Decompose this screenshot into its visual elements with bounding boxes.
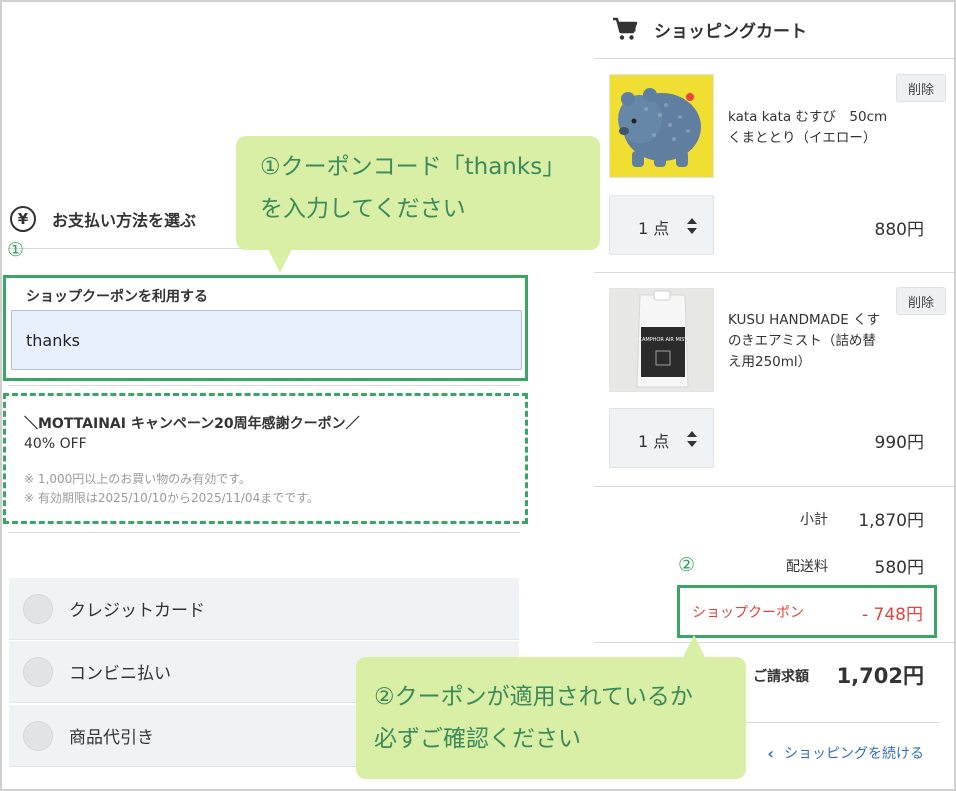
- sort-arrows-icon: [687, 431, 697, 447]
- continue-shopping-link[interactable]: ‹ ショッピングを続ける: [767, 743, 924, 763]
- radio-button[interactable]: [23, 720, 53, 751]
- payment-option-credit-card[interactable]: クレジットカード: [9, 578, 519, 640]
- shop-coupon-section: ショップクーポンを利用する: [3, 275, 528, 381]
- product-name[interactable]: kata kata むすび 50cm くまととり（イエロー）: [728, 107, 888, 149]
- radio-button[interactable]: [23, 656, 53, 687]
- payment-title: お支払い方法を選ぶ: [52, 211, 197, 230]
- campaign-note: ※ 1,000円以上のお買い物のみ有効です。: [24, 472, 252, 486]
- divider: [594, 486, 954, 487]
- divider: [594, 58, 954, 59]
- item-price: 880円: [874, 220, 924, 240]
- radio-button[interactable]: [23, 593, 53, 624]
- subtotal-label: 小計: [800, 512, 828, 528]
- product-image-bear[interactable]: [609, 74, 714, 178]
- payment-option-label: 商品代引き: [69, 728, 154, 748]
- divider: [8, 532, 520, 533]
- quantity-value: 1 点: [638, 432, 670, 451]
- divider: [8, 385, 520, 386]
- payment-option-label: クレジットカード: [69, 601, 205, 621]
- campaign-note: ※ 有効期限は2025/10/10から2025/11/04までです。: [24, 491, 319, 505]
- callout-text: ①クーポンコード「thanks」: [260, 154, 566, 180]
- quantity-value: 1 点: [638, 219, 670, 238]
- item-price: 990円: [874, 433, 924, 453]
- callout-pointer: [268, 249, 292, 273]
- coupon-code-input[interactable]: [11, 310, 522, 370]
- callout-text: 必ずご確認ください: [374, 726, 581, 752]
- package-text: CAMPHOR AIR MIST: [639, 337, 689, 343]
- bear-illustration: [610, 75, 713, 177]
- divider: [594, 272, 954, 273]
- chevron-left-icon: ‹: [767, 743, 774, 763]
- callout-pointer: [682, 635, 706, 659]
- sort-arrows-icon: [687, 218, 697, 234]
- applied-coupon-label: ショップクーポン: [692, 605, 804, 621]
- subtotal-value: 1,870円: [858, 511, 924, 531]
- campaign-discount: 40% OFF: [24, 436, 87, 452]
- delete-item-button[interactable]: 削除: [896, 74, 946, 102]
- cart-icon: [613, 17, 638, 40]
- quantity-select[interactable]: 1 点: [609, 408, 714, 468]
- total-value: 1,702円: [836, 664, 924, 688]
- callout-text: ②クーポンが適用されているか: [374, 684, 693, 710]
- quantity-select[interactable]: 1 点: [609, 195, 714, 255]
- shipping-value: 580円: [874, 558, 924, 578]
- divider: [594, 642, 954, 643]
- callout-text: を入力してください: [260, 196, 466, 222]
- product-name[interactable]: KUSU HANDMADE くす のきエアミスト（詰め替 え用250ml）: [728, 310, 888, 373]
- campaign-title: ＼MOTTAINAI キャンペーン20周年感謝クーポン／: [24, 416, 360, 432]
- product-image-mist[interactable]: CAMPHOR AIR MIST: [609, 288, 714, 392]
- applied-coupon-value: - 748円: [862, 605, 923, 625]
- shop-coupon-label: ショップクーポンを利用する: [26, 289, 208, 305]
- applied-coupon-row: ショップクーポン - 748円: [677, 585, 937, 638]
- payment-option-label: コンビニ払い: [69, 664, 171, 684]
- callout-enter-coupon: ①クーポンコード「thanks」 を入力してください: [236, 136, 600, 250]
- step-marker-1: ①: [7, 239, 25, 261]
- callout-check-coupon: ②クーポンが適用されているか 必ずご確認ください: [356, 657, 746, 779]
- shipping-label: 配送料: [786, 559, 828, 575]
- step-marker-2: ②: [678, 554, 696, 576]
- cart-header: ショッピングカート: [612, 14, 807, 44]
- cart-title: ショッピングカート: [654, 21, 807, 42]
- delete-item-button[interactable]: 削除: [896, 287, 946, 315]
- refill-pouch-illustration: CAMPHOR AIR MIST: [610, 289, 713, 391]
- campaign-coupon[interactable]: ＼MOTTAINAI キャンペーン20周年感謝クーポン／ 40% OFF ※ 1…: [3, 393, 528, 524]
- total-label: ご請求額: [753, 669, 809, 685]
- yen-icon: ¥: [10, 206, 36, 232]
- payment-heading: ¥ お支払い方法を選ぶ: [10, 204, 196, 234]
